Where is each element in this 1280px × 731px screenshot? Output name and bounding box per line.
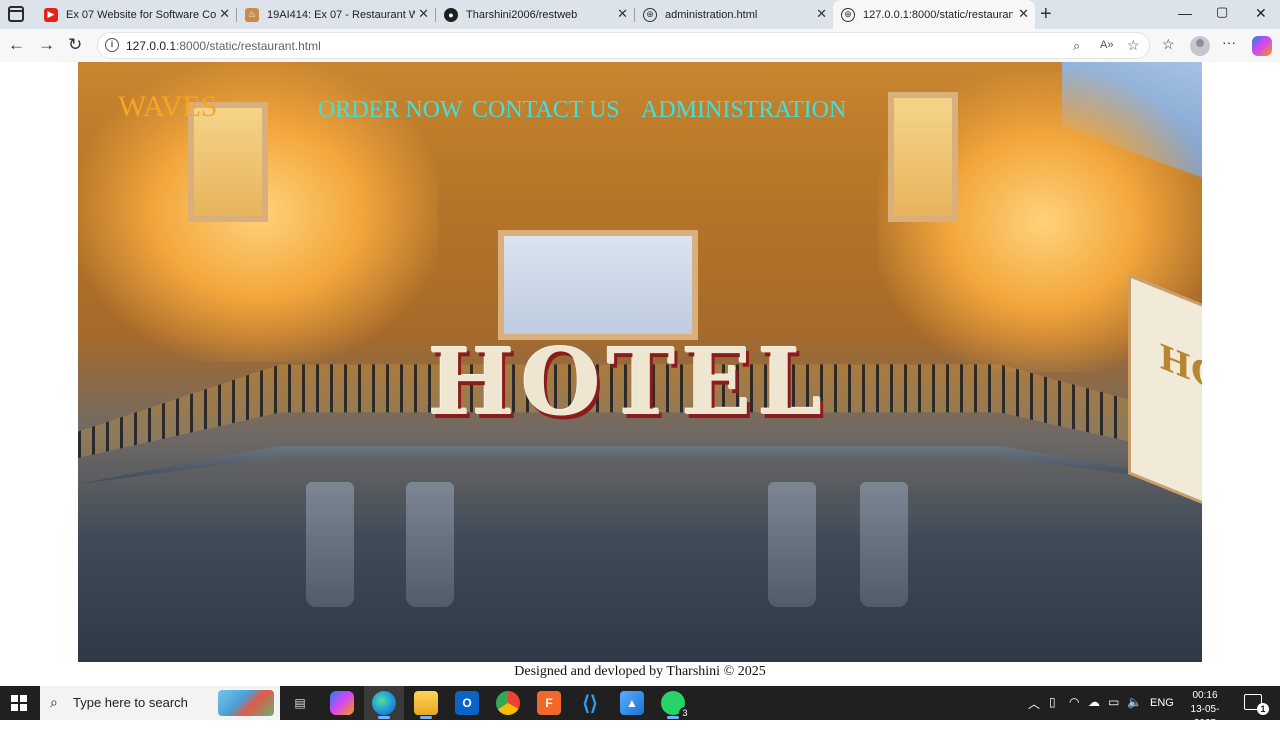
notification-center-icon[interactable]: 1 [1244, 694, 1269, 715]
corbel [768, 482, 816, 607]
web-page: HOTEL HO WAVES ORDER NOW CONTACT US ADMI… [4, 62, 1276, 686]
corbel [306, 482, 354, 607]
new-tab-button[interactable]: + [1040, 3, 1052, 25]
clock-time: 00:16 [1192, 690, 1218, 701]
tab-0[interactable]: ▶ Ex 07 Website for Software Comp ✕ [36, 0, 236, 29]
task-view-icon[interactable]: ▤ [288, 691, 312, 715]
fsd-app-icon[interactable]: F [537, 691, 561, 715]
hotel-sign: HOTEL [427, 328, 829, 436]
network-icon[interactable]: ◠ [1069, 695, 1079, 709]
file-explorer-icon[interactable] [414, 691, 438, 719]
tab-title: 19AI414: Ex 07 - Restaurant Webs [267, 8, 415, 21]
windows-taskbar: ⌕ Type here to search ▤ O F ⟨⟩ ▲ 3 ︿ ▯ ◠… [0, 686, 1280, 729]
close-icon[interactable]: ✕ [617, 7, 628, 21]
outlook-icon[interactable]: O [455, 691, 479, 715]
battery-icon[interactable]: ▭ [1108, 695, 1119, 709]
browser-toolbar: ← → ↻ i 127.0.0.1:8000/static/restaurant… [0, 29, 1280, 62]
close-icon[interactable]: ✕ [219, 7, 230, 21]
search-placeholder: Type here to search [73, 695, 188, 710]
more-menu-icon[interactable]: ··· [1222, 34, 1236, 50]
profile-avatar[interactable] [1190, 36, 1210, 56]
banner-text: HO [1159, 336, 1202, 402]
language-indicator[interactable]: ENG [1150, 697, 1174, 709]
copilot-icon[interactable] [330, 691, 354, 715]
minimize-icon[interactable]: — [1178, 5, 1192, 21]
clock-date: 13-05-2025 [1190, 704, 1220, 729]
favorite-star-icon[interactable]: ☆ [1127, 37, 1140, 54]
search-icon: ⌕ [50, 694, 58, 710]
tab-title: Ex 07 Website for Software Comp [66, 8, 216, 21]
volume-icon[interactable]: 🔈 [1127, 695, 1142, 709]
tab-actions-icon[interactable] [8, 6, 24, 22]
nav-order-now[interactable]: ORDER NOW [318, 92, 463, 128]
tab-4-active[interactable]: ⊕ 127.0.0.1:8000/static/restaurant.ht ✕ [833, 0, 1035, 29]
search-highlight-image [218, 690, 274, 716]
whatsapp-icon[interactable]: 3 [661, 691, 691, 719]
right-window [888, 92, 958, 222]
site-info-icon[interactable]: i [105, 38, 119, 52]
url-path: :8000/static/restaurant.html [176, 39, 321, 53]
show-hidden-icons-chevron[interactable]: ︿ [1028, 695, 1040, 712]
corbel [860, 482, 908, 607]
maximize-icon[interactable]: ▢ [1216, 4, 1228, 20]
taskbar-search-box[interactable]: ⌕ Type here to search [40, 686, 280, 720]
copilot-icon[interactable] [1252, 36, 1272, 56]
back-icon[interactable]: ← [8, 35, 25, 55]
zoom-icon[interactable]: ⌕ [1073, 38, 1080, 54]
tab-3[interactable]: ⊕ administration.html ✕ [635, 0, 833, 29]
tab-2[interactable]: ● Tharshini2006/restweb ✕ [436, 0, 634, 29]
hotel-banner: HO [1128, 273, 1202, 511]
read-aloud-icon[interactable]: A» [1100, 39, 1113, 51]
url-host: 127.0.0.1 [126, 39, 177, 53]
forward-icon[interactable]: → [38, 35, 55, 55]
globe-icon: ⊕ [643, 7, 657, 22]
nav-contact-us[interactable]: CONTACT US [472, 92, 620, 128]
url-text[interactable]: 127.0.0.1:8000/static/restaurant.html [126, 39, 321, 53]
browser-tab-strip: ▶ Ex 07 Website for Software Comp ✕ ♨ 19… [0, 0, 1280, 29]
photos-icon[interactable]: ▲ [620, 691, 644, 715]
globe-icon: ⊕ [841, 7, 855, 22]
vscode-icon[interactable]: ⟨⟩ [578, 691, 602, 715]
nav-administration[interactable]: ADMINISTRATION [641, 92, 846, 128]
hero-hotel-image: HOTEL HO [78, 62, 1202, 662]
notification-count: 1 [1257, 703, 1269, 715]
favorites-icon[interactable]: ☆ [1162, 36, 1175, 53]
corbel [406, 482, 454, 607]
close-window-icon[interactable]: ✕ [1255, 5, 1267, 22]
youtube-icon: ▶ [44, 7, 58, 22]
brand-logo-link[interactable]: WAVES [118, 89, 217, 125]
close-icon[interactable]: ✕ [816, 7, 827, 21]
tab-title: administration.html [665, 8, 758, 21]
github-icon: ● [444, 7, 458, 22]
close-icon[interactable]: ✕ [418, 7, 429, 21]
clock[interactable]: 00:16 13-05-2025 [1180, 689, 1230, 731]
stone-ledge [78, 446, 1202, 484]
tab-title: 127.0.0.1:8000/static/restaurant.ht [863, 8, 1013, 21]
reload-icon[interactable]: ↻ [68, 35, 82, 55]
windows-start-icon[interactable] [11, 695, 27, 711]
center-window [498, 230, 698, 340]
restaurant-site-icon: ♨ [245, 7, 259, 22]
tab-title: Tharshini2006/restweb [466, 8, 578, 21]
address-bar[interactable]: i 127.0.0.1:8000/static/restaurant.html … [97, 32, 1150, 59]
whatsapp-badge: 3 [679, 707, 691, 719]
edge-icon[interactable] [372, 691, 396, 719]
tab-1[interactable]: ♨ 19AI414: Ex 07 - Restaurant Webs ✕ [237, 0, 435, 29]
chrome-icon[interactable] [496, 691, 520, 715]
close-icon[interactable]: ✕ [1018, 7, 1029, 21]
weather-cloud-icon[interactable]: ☁ [1088, 695, 1100, 709]
page-footer: Designed and devloped by Tharshini © 202… [514, 664, 766, 679]
device-icon[interactable]: ▯ [1049, 695, 1056, 709]
